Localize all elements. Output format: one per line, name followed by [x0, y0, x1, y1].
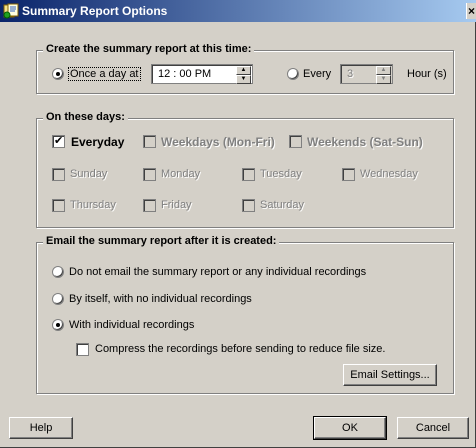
time-spinner[interactable]: 12 : 00 PM ▲ ▼ — [151, 64, 253, 84]
thursday-checkbox[interactable] — [52, 199, 65, 212]
email-settings-button[interactable]: Email Settings... — [343, 364, 437, 386]
time-down-button[interactable]: ▼ — [236, 75, 251, 84]
cancel-button[interactable]: Cancel — [397, 417, 469, 439]
by-itself-label[interactable]: By itself, with no individual recordings — [69, 293, 252, 305]
no-email-radio[interactable] — [52, 266, 64, 278]
hours-label: Hour (s) — [407, 68, 447, 80]
once-a-day-radio[interactable] — [52, 68, 64, 80]
email-legend: Email the summary report after it is cre… — [43, 235, 280, 247]
schedule-group: Create the summary report at this time: … — [36, 43, 454, 94]
monday-label[interactable]: Monday — [161, 168, 200, 180]
thursday-label[interactable]: Thursday — [70, 199, 116, 211]
wednesday-checkbox[interactable] — [342, 168, 355, 181]
sunday-checkbox[interactable] — [52, 168, 65, 181]
summary-report-options-dialog: Summary Report Options × Create the summ… — [0, 0, 476, 448]
everyday-label[interactable]: Everyday — [71, 135, 124, 149]
everyday-checkbox[interactable] — [52, 134, 65, 148]
schedule-legend: Create the summary report at this time: — [43, 43, 255, 55]
saturday-checkbox[interactable] — [242, 199, 255, 212]
ok-button[interactable]: OK — [313, 416, 387, 440]
weekends-checkbox[interactable] — [289, 135, 302, 148]
help-button[interactable]: Help — [9, 417, 73, 439]
every-hours-spinner[interactable]: 3 ▲ ▼ — [340, 64, 393, 84]
every-radio[interactable] — [287, 68, 299, 80]
days-legend: On these days: — [43, 111, 128, 123]
days-group: On these days: Everyday Weekdays (Mon-Fr… — [36, 111, 454, 228]
every-label[interactable]: Every — [303, 68, 331, 80]
tuesday-checkbox[interactable] — [242, 168, 255, 181]
wednesday-label[interactable]: Wednesday — [360, 168, 418, 180]
close-button[interactable]: × — [466, 3, 476, 19]
weekdays-label[interactable]: Weekdays (Mon-Fri) — [161, 135, 275, 149]
close-icon: × — [467, 4, 475, 18]
once-a-day-label[interactable]: Once a day at — [68, 67, 141, 81]
time-value: 12 : 00 PM — [158, 68, 212, 80]
time-up-button[interactable]: ▲ — [236, 66, 251, 75]
compress-label[interactable]: Compress the recordings before sending t… — [95, 343, 385, 355]
hours-spin-buttons: ▲ ▼ — [376, 66, 391, 84]
no-email-label[interactable]: Do not email the summary report or any i… — [69, 266, 366, 278]
title-bar[interactable]: Summary Report Options × — [0, 0, 476, 22]
by-itself-radio[interactable] — [52, 293, 64, 305]
friday-checkbox[interactable] — [143, 199, 156, 212]
hours-up-button[interactable]: ▲ — [376, 66, 391, 75]
window-title: Summary Report Options — [22, 4, 168, 18]
saturday-label[interactable]: Saturday — [260, 199, 304, 211]
monday-checkbox[interactable] — [143, 168, 156, 181]
with-recordings-radio[interactable] — [52, 319, 64, 331]
compress-checkbox[interactable] — [76, 343, 89, 356]
report-icon — [3, 3, 19, 19]
every-hours-value: 3 — [347, 68, 354, 80]
hours-down-button[interactable]: ▼ — [376, 75, 391, 84]
friday-label[interactable]: Friday — [161, 199, 192, 211]
tuesday-label[interactable]: Tuesday — [260, 168, 302, 180]
weekdays-checkbox[interactable] — [143, 135, 156, 148]
sunday-label[interactable]: Sunday — [70, 168, 107, 180]
with-recordings-label[interactable]: With individual recordings — [69, 319, 194, 331]
time-spin-buttons: ▲ ▼ — [236, 66, 251, 84]
email-group: Email the summary report after it is cre… — [36, 235, 454, 394]
weekends-label[interactable]: Weekends (Sat-Sun) — [307, 135, 423, 149]
